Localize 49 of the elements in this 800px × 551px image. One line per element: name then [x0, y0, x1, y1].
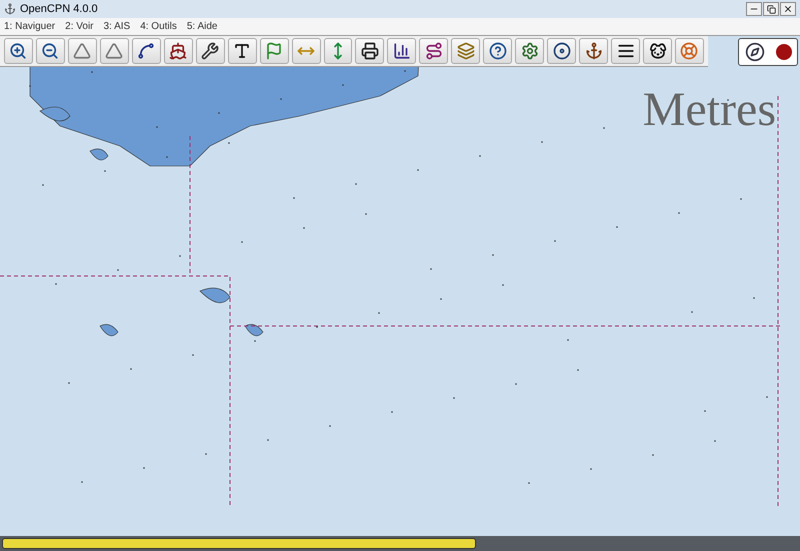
close-icon — [783, 4, 793, 14]
toolbar-button[interactable] — [4, 38, 33, 64]
units-label: Metres — [642, 86, 776, 134]
minimize-button[interactable] — [746, 2, 762, 16]
toolbar-button[interactable] — [387, 38, 416, 64]
restore-button[interactable] — [763, 2, 779, 16]
list-icon — [616, 42, 635, 60]
toolbar-button[interactable] — [132, 38, 161, 64]
lifebuoy-icon — [680, 42, 698, 60]
help-icon — [488, 42, 507, 60]
settings-icon — [520, 42, 539, 60]
restore-icon — [766, 4, 776, 14]
toolbar-button[interactable] — [483, 38, 512, 64]
dog-icon — [648, 42, 667, 60]
compass-icon — [744, 42, 764, 62]
layers-icon — [456, 42, 475, 60]
toolbar-button[interactable] — [515, 38, 544, 64]
triangle-up-icon — [105, 42, 124, 60]
wrench-icon — [201, 42, 220, 60]
menu-item[interactable]: 5: Aide — [186, 19, 218, 34]
toolbar-button[interactable] — [419, 38, 448, 64]
printer-icon — [360, 42, 379, 60]
route-line-icon — [137, 42, 156, 60]
disc-icon — [552, 42, 571, 60]
toolbar-button[interactable] — [164, 38, 193, 64]
toolbar-button[interactable] — [611, 38, 640, 64]
app-icon — [4, 3, 16, 15]
toolbar-button[interactable] — [547, 38, 576, 64]
zoom-in-icon — [9, 42, 28, 60]
menu-item[interactable]: 3: AIS — [104, 19, 130, 34]
toolbar-button[interactable] — [355, 38, 384, 64]
toolbar-button[interactable] — [36, 38, 65, 64]
window-title: OpenCPN 4.0.0 — [20, 2, 98, 17]
toolbar-button[interactable] — [579, 38, 608, 64]
curve-icon — [424, 42, 443, 60]
boat-icon — [169, 42, 188, 60]
toolbar-button[interactable] — [196, 38, 225, 64]
menu-item[interactable]: 4: Outils — [140, 19, 177, 34]
anchor-icon — [584, 42, 603, 60]
menu-item[interactable]: 1: Naviguer — [4, 19, 56, 34]
gps-status-icon — [776, 44, 792, 60]
chart-quilt-segment[interactable] — [2, 538, 476, 549]
toolbar-button[interactable] — [643, 38, 672, 64]
close-button[interactable] — [780, 2, 796, 16]
chart-icon — [392, 42, 411, 60]
flag-icon — [265, 42, 284, 60]
menu-item[interactable]: 2: Voir — [65, 19, 94, 34]
zoom-out-icon — [41, 42, 60, 60]
toolbar-button[interactable] — [228, 38, 257, 64]
